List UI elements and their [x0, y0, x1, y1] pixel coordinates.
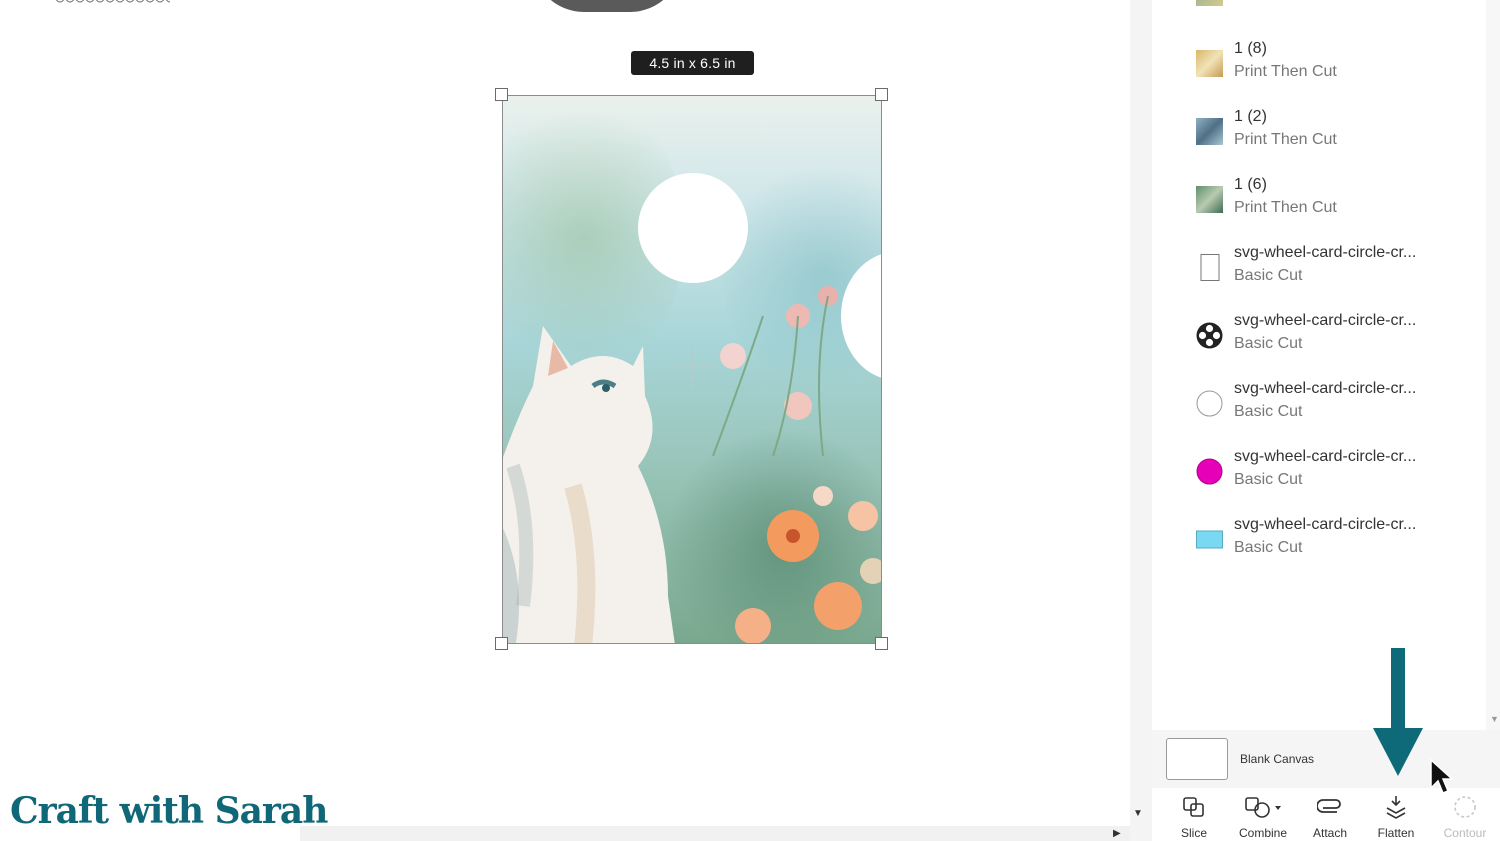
wheel-circles-icon: [1196, 322, 1223, 349]
layer-type: Print Then Cut: [1234, 199, 1337, 216]
layer-type: Print Then Cut: [1234, 131, 1337, 148]
scroll-right-icon[interactable]: ▶: [1113, 828, 1121, 839]
layer-item[interactable]: svg-wheel-card-circle-cr... Basic Cut: [1196, 516, 1476, 566]
blank-canvas-swatch[interactable]: [1166, 738, 1228, 780]
circle-outline-icon: [1196, 390, 1223, 417]
layer-name: svg-wheel-card-circle-cr...: [1234, 380, 1417, 397]
layer-item[interactable]: 1 (2) Print Then Cut: [1196, 108, 1476, 158]
slice-icon: [1183, 797, 1204, 817]
layer-item[interactable]: Print Then Cut: [1196, 0, 1476, 38]
layer-item[interactable]: svg-wheel-card-circle-cr... Basic Cut: [1196, 244, 1476, 294]
slice-button[interactable]: Slice: [1164, 790, 1224, 840]
layer-name: 1 (6): [1234, 176, 1267, 193]
panel-scroll-down-icon[interactable]: ▼: [1490, 714, 1499, 724]
layer-item[interactable]: 1 (8) Print Then Cut: [1196, 40, 1476, 90]
mouse-pointer-icon: [1430, 758, 1454, 794]
scroll-down-icon[interactable]: ▼: [1133, 808, 1143, 819]
resize-handle-top-right[interactable]: [875, 88, 888, 101]
layer-type: Basic Cut: [1234, 403, 1303, 420]
rectangle-outline-icon: [1200, 254, 1220, 281]
layer-name: 1 (8): [1234, 40, 1267, 57]
filled-rectangle-icon: [1196, 530, 1223, 549]
flatten-button[interactable]: Flatten: [1366, 790, 1426, 840]
cat-illustration: [503, 326, 675, 643]
horizontal-scrollbar[interactable]: [300, 826, 1130, 841]
layer-name: svg-wheel-card-circle-cr...: [1234, 312, 1417, 329]
layer-item[interactable]: svg-wheel-card-circle-cr... Basic Cut: [1196, 448, 1476, 498]
vertical-scrollbar[interactable]: [1130, 0, 1152, 841]
annotation-arrow-icon: [1373, 648, 1423, 776]
layer-name: svg-wheel-card-circle-cr...: [1234, 516, 1417, 533]
layer-item[interactable]: 1 (6) Print Then Cut: [1196, 176, 1476, 226]
flatten-label: Flatten: [1377, 826, 1415, 840]
watercolor-image-thumbnail-icon: [1196, 50, 1223, 77]
contour-label: Contour: [1443, 826, 1487, 840]
watercolor-image-thumbnail-icon: [1196, 0, 1223, 6]
flowers-illustration: [735, 486, 881, 643]
layer-type: Basic Cut: [1234, 267, 1303, 284]
attach-label: Attach: [1312, 826, 1348, 840]
slice-label: Slice: [1180, 826, 1207, 840]
dimension-label: 4.5 in x 6.5 in: [631, 51, 754, 75]
resize-handle-bottom-left[interactable]: [495, 637, 508, 650]
layer-type: Basic Cut: [1234, 539, 1303, 556]
wavy-shape-fragment: [55, 0, 170, 3]
circle-cutout: [638, 173, 748, 283]
resize-handle-bottom-right[interactable]: [875, 637, 888, 650]
layer-type: Basic Cut: [1234, 335, 1303, 352]
layer-type: Basic Cut: [1234, 471, 1303, 488]
design-canvas[interactable]: 4.5 in x 6.5 in Craft with Sarah: [0, 0, 1130, 841]
watercolor-image-thumbnail-icon: [1196, 118, 1223, 145]
gray-wheel-shape-fragment[interactable]: [532, 0, 682, 12]
layer-item[interactable]: svg-wheel-card-circle-cr... Basic Cut: [1196, 312, 1476, 362]
watercolor-image-thumbnail-icon: [1196, 186, 1223, 213]
layer-name: svg-wheel-card-circle-cr...: [1234, 448, 1417, 465]
center-crosshair-icon: [670, 345, 714, 389]
blank-canvas-label: Blank Canvas: [1240, 752, 1315, 766]
brand-logo: Craft with Sarah: [10, 790, 328, 832]
filled-circle-icon: [1196, 458, 1223, 485]
layers-panel-scrollbar[interactable]: [1486, 0, 1500, 730]
attach-button[interactable]: Attach: [1300, 790, 1360, 840]
layer-name: 1 (2): [1234, 108, 1267, 125]
flatten-icon: [1386, 796, 1406, 819]
layer-type: Print Then Cut: [1234, 63, 1337, 80]
combine-label: Combine: [1238, 826, 1288, 840]
resize-handle-top-left[interactable]: [495, 88, 508, 101]
combine-button[interactable]: Combine: [1233, 790, 1293, 840]
combine-icon: [1245, 797, 1281, 818]
attach-icon: [1317, 799, 1341, 813]
layer-name: svg-wheel-card-circle-cr...: [1234, 244, 1417, 261]
layer-item[interactable]: svg-wheel-card-circle-cr... Basic Cut: [1196, 380, 1476, 430]
